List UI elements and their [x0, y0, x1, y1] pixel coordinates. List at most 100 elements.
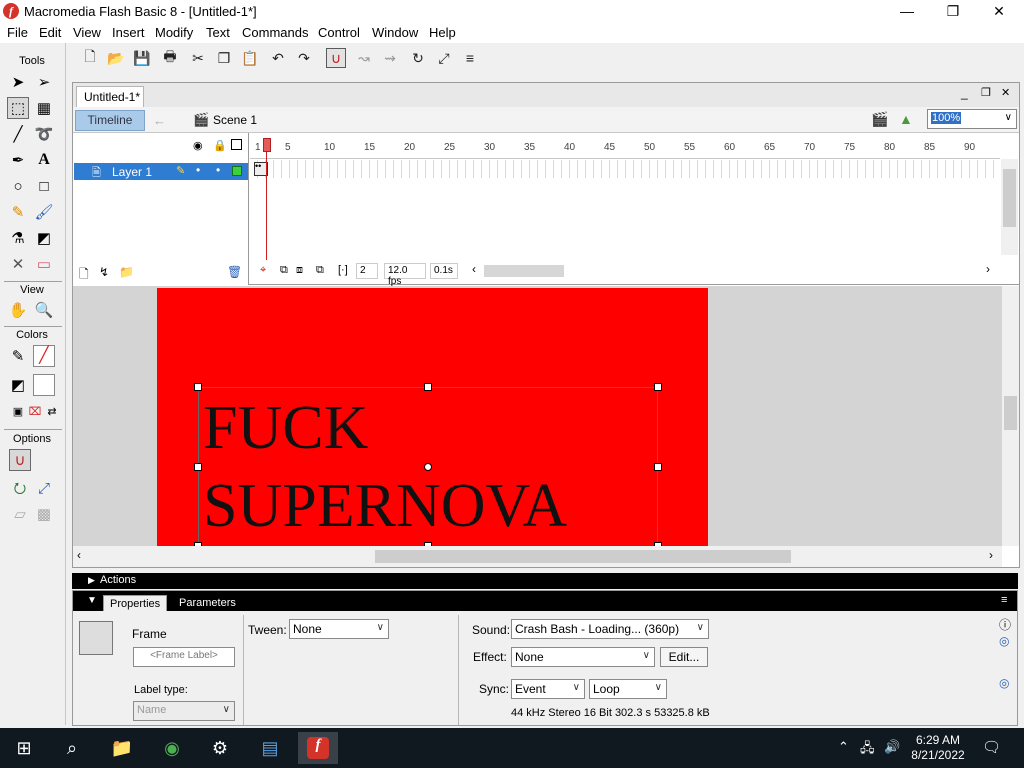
menu-view[interactable]: View [73, 25, 101, 40]
outline-icon[interactable] [231, 139, 242, 150]
minimize-button[interactable]: — [884, 0, 930, 22]
stage-hscroll[interactable]: ‹ › [73, 546, 1002, 567]
eraser-tool-icon[interactable]: ▭ [33, 253, 55, 275]
visible-dot-icon[interactable]: • [196, 163, 200, 177]
effect-select[interactable]: None ∨ [511, 647, 655, 667]
tab-parameters[interactable]: Parameters [173, 595, 242, 611]
center-frame-icon[interactable]: ⌖ [260, 264, 266, 277]
menu-window[interactable]: Window [372, 25, 418, 40]
edit-symbols-icon[interactable]: ▲ [899, 111, 913, 127]
layer-row[interactable]: 🗎 Layer 1 ✎ • • [74, 163, 248, 180]
onion-outline-icon[interactable]: ⧈ [296, 264, 303, 277]
align-icon[interactable]: ≡ [460, 48, 480, 68]
clock[interactable]: 6:29 AM 8/21/2022 [904, 733, 972, 763]
windows-start-icon[interactable]: ⊞ [4, 732, 44, 764]
scale-icon[interactable]: ⤢ [33, 477, 55, 499]
stage-vscroll[interactable] [1002, 286, 1019, 546]
frame-label-input[interactable]: <Frame Label> [133, 647, 235, 667]
ink-bottle-tool-icon[interactable]: ⚗ [7, 227, 29, 249]
add-motion-guide-icon[interactable]: ↯ [99, 265, 109, 279]
free-transform-tool-icon[interactable]: ⬚ [7, 97, 29, 119]
tab-properties[interactable]: Properties [103, 595, 168, 611]
transform-handle[interactable] [194, 383, 202, 391]
panel-menu-icon[interactable]: ≡ [1001, 594, 1007, 606]
timeline-vscroll-thumb[interactable] [1003, 169, 1016, 227]
modify-onion-markers-icon[interactable]: [·] [338, 264, 348, 276]
menu-help[interactable]: Help [429, 25, 456, 40]
transform-handle[interactable] [654, 463, 662, 471]
menu-commands[interactable]: Commands [242, 25, 308, 40]
doc-minimize-icon[interactable]: _ [961, 86, 968, 100]
pencil-tool-icon[interactable]: ✎ [7, 201, 29, 223]
insert-layer-icon[interactable]: 🗋 [79, 265, 89, 286]
transform-handle[interactable] [194, 463, 202, 471]
snap-magnet-icon[interactable]: ∪ [9, 449, 31, 471]
transform-center-point[interactable] [424, 463, 432, 471]
paste-icon[interactable]: 📋 [240, 48, 260, 68]
help-icon[interactable]: ⓘ [999, 616, 1011, 633]
save-icon[interactable]: 💾 [132, 48, 152, 68]
oval-tool-icon[interactable]: ○ [7, 175, 29, 197]
fill-transform-tool-icon[interactable]: ▦ [33, 97, 55, 119]
edit-multiple-frames-icon[interactable]: ⧉ [316, 264, 324, 277]
brush-tool-icon[interactable]: 🖌 [33, 201, 55, 223]
close-button[interactable]: ✕ [976, 0, 1022, 22]
volume-icon[interactable]: 🔊 [884, 739, 900, 755]
accessibility-icon[interactable]: ◎ [999, 634, 1009, 648]
lasso-tool-icon[interactable]: ➰ [33, 123, 55, 145]
stage-vscroll-thumb[interactable] [1004, 396, 1017, 430]
eye-icon[interactable]: ◉ [193, 139, 203, 152]
new-file-icon[interactable]: 🗋 [80, 48, 100, 68]
scroll-right-icon[interactable]: › [989, 548, 993, 562]
paint-bucket-tool-icon[interactable]: ◩ [33, 227, 55, 249]
flash-taskbar-icon[interactable]: f [298, 732, 338, 764]
transform-handle[interactable] [654, 383, 662, 391]
fill-color-swatch[interactable] [33, 374, 55, 396]
insert-folder-icon[interactable]: 📁 [119, 265, 134, 279]
undo-icon[interactable]: ↶ [268, 48, 288, 68]
collapse-triangle-icon[interactable]: ▼ [87, 595, 97, 606]
search-icon[interactable]: ⌕ [52, 732, 92, 764]
sound-select[interactable]: Crash Bash - Loading... (360p) ∨ [511, 619, 709, 639]
stage-hscroll-thumb[interactable] [375, 550, 791, 563]
menu-insert[interactable]: Insert [112, 25, 145, 40]
subselect-tool-icon[interactable]: ➢ [33, 71, 55, 93]
network-icon[interactable]: 🖧 [860, 739, 875, 761]
doc-restore-icon[interactable]: ❐ [981, 86, 991, 99]
timeline-toggle-button[interactable]: Timeline [75, 110, 145, 131]
menu-control[interactable]: Control [318, 25, 360, 40]
layer-frames-row[interactable]: •• [250, 160, 1000, 178]
scroll-right-icon[interactable]: › [986, 262, 990, 276]
repeat-select[interactable]: Loop ∨ [589, 679, 667, 699]
rectangle-tool-icon[interactable]: □ [33, 175, 55, 197]
swap-colors-icon[interactable]: ⇄ [41, 401, 63, 423]
document-tab[interactable]: Untitled-1* [76, 86, 144, 107]
playhead[interactable] [263, 138, 271, 152]
onion-skin-icon[interactable]: ⧉ [280, 264, 288, 277]
menu-file[interactable]: File [7, 25, 28, 40]
open-folder-icon[interactable]: 📂 [106, 48, 126, 68]
collapse-properties-icon[interactable]: ◎ [999, 676, 1009, 690]
chevron-up-icon[interactable]: ⌃ [838, 739, 849, 755]
transform-handle[interactable] [424, 383, 432, 391]
file-explorer-icon[interactable]: 📁 [102, 732, 142, 764]
pen-tool-icon[interactable]: ✒ [7, 149, 29, 171]
timeline-scroll-thumb[interactable] [484, 265, 564, 277]
line-tool-icon[interactable]: ╱ [7, 123, 29, 145]
scroll-left-icon[interactable]: ‹ [472, 262, 476, 276]
settings-gear-icon[interactable]: ⚙ [200, 732, 240, 764]
stage-text[interactable]: FUCK SUPERNOVA [203, 389, 567, 545]
eyedropper-tool-icon[interactable]: ✕ [7, 253, 29, 275]
edit-scene-icon[interactable]: 🎬 [871, 111, 888, 128]
text-tool-icon[interactable]: A [33, 149, 55, 171]
delete-layer-icon[interactable]: 🗑 [227, 265, 242, 279]
redo-icon[interactable]: ↷ [294, 48, 314, 68]
hand-tool-icon[interactable]: ✋ [7, 299, 29, 321]
layer-color-swatch[interactable] [232, 166, 242, 176]
menu-edit[interactable]: Edit [39, 25, 61, 40]
cut-icon[interactable]: ✂ [188, 48, 208, 68]
chrome-icon[interactable]: ◉ [152, 732, 192, 764]
timeline-vscroll[interactable] [1001, 159, 1018, 255]
lock-dot-icon[interactable]: • [216, 163, 220, 177]
copy-icon[interactable]: ❐ [214, 48, 234, 68]
